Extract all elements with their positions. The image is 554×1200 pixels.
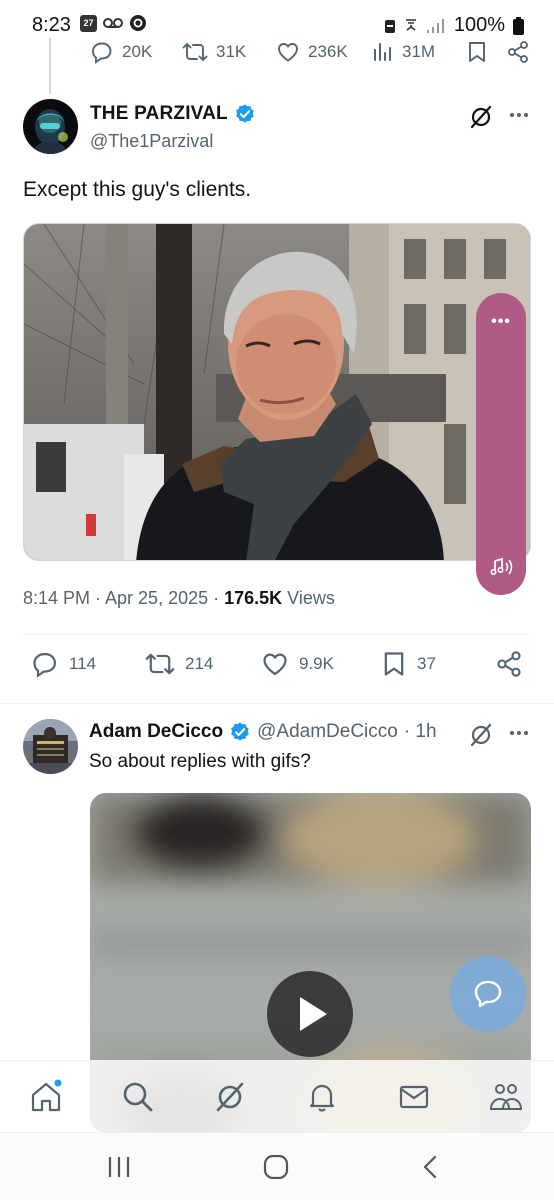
nav-grok[interactable] xyxy=(212,1079,248,1115)
bookmark-icon xyxy=(469,42,485,62)
share-button[interactable] xyxy=(495,650,523,678)
recent-apps-button[interactable] xyxy=(106,1155,132,1179)
grok-icon xyxy=(470,723,492,747)
reply-handle: @AdamDeCicco xyxy=(257,721,398,742)
tweet-photo[interactable] xyxy=(23,223,531,561)
system-nav-bar xyxy=(0,1132,554,1200)
author-handle[interactable]: @The1Parzival xyxy=(90,131,213,152)
grok-icon xyxy=(470,105,492,129)
heart-icon xyxy=(263,653,287,676)
sound-icon[interactable] xyxy=(483,549,519,585)
tweet-text: Except this guy's clients. xyxy=(23,178,252,201)
bookmark-button[interactable]: 37 xyxy=(381,650,436,678)
thread-line xyxy=(49,38,51,94)
threads-icon xyxy=(130,15,146,31)
views-icon xyxy=(374,43,391,61)
like-count: 9.9K xyxy=(299,654,334,673)
like-stat[interactable]: 236K xyxy=(276,40,348,64)
pill-more-icon[interactable]: ••• xyxy=(476,313,526,331)
nav-notifications[interactable] xyxy=(304,1079,340,1115)
home-icon xyxy=(31,1079,62,1112)
calendar-icon: 27 xyxy=(80,14,97,32)
communities-icon xyxy=(489,1084,523,1110)
tweet-actions: 114 214 9.9K 37 xyxy=(23,650,531,686)
nav-messages[interactable] xyxy=(396,1079,432,1115)
voicemail-icon xyxy=(103,18,123,28)
reply-time: · 1h xyxy=(403,721,437,742)
bell-icon xyxy=(309,1084,335,1112)
chat-bubble-icon xyxy=(474,980,502,1008)
status-icons-left: 27 xyxy=(80,14,147,32)
more-options-button[interactable] xyxy=(508,722,530,744)
share-icon xyxy=(508,41,528,63)
repost-count: 214 xyxy=(185,654,214,673)
grok-icon xyxy=(216,1082,244,1112)
grok-button[interactable] xyxy=(468,722,494,748)
repost-stat[interactable]: 31K xyxy=(182,40,246,64)
repost-button[interactable]: 214 xyxy=(145,650,213,678)
home-system-button[interactable] xyxy=(263,1155,289,1179)
mail-icon xyxy=(399,1085,429,1109)
reply-author-avatar[interactable] xyxy=(23,719,78,774)
views-total: 176.5K xyxy=(224,588,283,608)
more-icon xyxy=(510,113,528,117)
repost-icon xyxy=(145,653,175,675)
repost-icon xyxy=(182,43,208,61)
battery-percent: 100% xyxy=(453,14,505,36)
search-icon xyxy=(123,1082,153,1112)
reply-button[interactable]: 114 xyxy=(31,650,96,678)
battery-icon xyxy=(513,16,524,35)
divider xyxy=(0,703,554,704)
reply-author-row[interactable]: Adam DeCicco @AdamDeCicco · 1h xyxy=(89,721,437,743)
bookmark-count: 37 xyxy=(417,654,436,673)
nav-search[interactable] xyxy=(120,1079,156,1115)
timestamp-date: 8:14 PM · Apr 25, 2025 · xyxy=(23,588,225,608)
wifi-calling-icon xyxy=(405,18,416,31)
play-icon xyxy=(300,997,327,1031)
status-icons-right: 100% xyxy=(384,14,524,37)
verified-badge-icon xyxy=(231,722,249,741)
like-button[interactable]: 9.9K xyxy=(261,650,334,678)
reply-count: 114 xyxy=(69,654,97,673)
nav-home[interactable] xyxy=(28,1079,64,1115)
bottom-nav-bar xyxy=(0,1060,554,1132)
views-count: 31M xyxy=(402,42,436,61)
grok-button[interactable] xyxy=(468,104,494,130)
signal-icon xyxy=(426,18,444,33)
back-button[interactable] xyxy=(420,1155,442,1179)
repost-count: 31K xyxy=(216,42,247,61)
reply-icon xyxy=(92,42,112,64)
reply-tweet-text: So about replies with gifs? xyxy=(89,751,311,772)
reply-count: 20K xyxy=(122,42,153,61)
status-time: 8:23 xyxy=(32,14,71,36)
floating-audio-pill[interactable]: ••• xyxy=(476,293,526,595)
home-circle-icon xyxy=(263,1155,289,1179)
reply-display-name: Adam DeCicco xyxy=(89,721,224,742)
views-label: Views xyxy=(282,588,335,608)
more-icon xyxy=(510,731,528,735)
more-options-button[interactable] xyxy=(508,104,530,126)
author-avatar[interactable] xyxy=(23,99,78,154)
share-button[interactable] xyxy=(506,40,530,64)
back-chevron-icon xyxy=(423,1155,437,1179)
play-button[interactable] xyxy=(267,971,353,1057)
nav-communities[interactable] xyxy=(488,1079,524,1115)
parent-tweet-stats: 20K 31K 236K 31M xyxy=(90,40,530,74)
author-display-name: THE PARZIVAL xyxy=(90,103,228,124)
divider xyxy=(23,634,531,635)
views-stat[interactable]: 31M xyxy=(372,40,435,64)
reply-icon xyxy=(33,652,57,678)
share-icon xyxy=(497,651,521,677)
clipboard-icon xyxy=(384,19,395,33)
recents-icon xyxy=(108,1157,130,1177)
bookmark-icon xyxy=(384,652,404,676)
reply-stat[interactable]: 20K xyxy=(90,40,152,64)
author-name-row[interactable]: THE PARZIVAL xyxy=(90,103,256,125)
verified-badge-icon xyxy=(235,104,254,123)
like-count: 236K xyxy=(308,42,348,61)
chat-fab-button[interactable] xyxy=(450,956,526,1032)
heart-icon xyxy=(278,43,298,62)
tweet-timestamp[interactable]: 8:14 PM · Apr 25, 2025 · 176.5K Views xyxy=(23,588,335,609)
bookmark-button[interactable] xyxy=(466,40,488,64)
